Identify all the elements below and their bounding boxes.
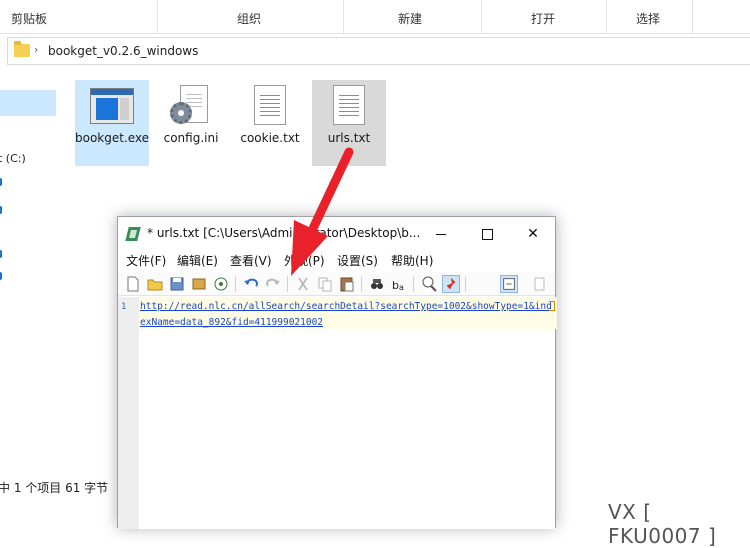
file-item-urls-txt[interactable]: urls.txt <box>312 80 386 166</box>
menu-file[interactable]: 文件(F) <box>126 252 166 269</box>
menu-bar: 文件(F) 编辑(E) 查看(V) 外观(P) 设置(S) 帮助(H) <box>118 251 555 269</box>
nav-item-icon <box>0 272 2 280</box>
ribbon-separator <box>157 0 158 34</box>
toolbar-separator <box>465 276 466 292</box>
properties-icon[interactable] <box>530 275 548 293</box>
replace-icon[interactable]: ba <box>390 275 408 293</box>
menu-appearance[interactable]: 外观(P) <box>284 252 325 269</box>
file-name: config.ini <box>163 131 219 145</box>
line-number: 1 <box>121 302 127 312</box>
svg-text:a: a <box>399 283 404 292</box>
file-name: urls.txt <box>327 131 371 145</box>
copy-icon[interactable] <box>316 275 334 293</box>
file-item-config-ini[interactable]: config.ini <box>154 80 228 166</box>
zoom-icon[interactable] <box>420 275 438 293</box>
ribbon-separator <box>606 0 607 34</box>
chevron-right-icon[interactable]: › <box>34 43 38 56</box>
ribbon: 剪贴板 组织 新建 打开 选择 <box>0 0 750 34</box>
file-name: bookget.exe <box>75 131 150 145</box>
paste-icon[interactable] <box>338 275 356 293</box>
save-icon[interactable] <box>168 275 186 293</box>
url-text-line-2[interactable]: exName=data_892&fid=411999021002 <box>140 317 323 328</box>
navigation-pane: t (C:) <box>0 66 66 486</box>
folder-icon <box>14 41 30 57</box>
menu-help[interactable]: 帮助(H) <box>391 252 433 269</box>
status-bar-text: 中 1 个项目 61 字节 <box>0 481 109 495</box>
menu-settings[interactable]: 设置(S) <box>337 252 378 269</box>
window-titlebar[interactable]: * urls.txt [C:\Users\Administrator\Deskt… <box>118 217 555 251</box>
ribbon-group-new[interactable]: 新建 <box>398 10 422 27</box>
ribbon-group-select[interactable]: 选择 <box>636 10 660 27</box>
line-number-gutter: 1 <box>118 297 139 529</box>
address-path[interactable]: bookget_v0.2.6_windows <box>48 44 198 58</box>
editor-content[interactable]: http://read.nlc.cn/allSearch/searchDetai… <box>140 299 552 331</box>
toolbar-separator <box>413 276 414 292</box>
watermark: VX [ FKU0007 ] <box>608 500 717 548</box>
menu-edit[interactable]: 编辑(E) <box>177 252 218 269</box>
nav-item-icon <box>0 178 2 186</box>
maximize-button[interactable] <box>464 217 510 251</box>
new-file-icon[interactable] <box>124 275 142 293</box>
gear-icon <box>170 102 192 124</box>
application-icon <box>90 88 134 124</box>
file-name: cookie.txt <box>240 131 300 145</box>
notepad-app-icon[interactable] <box>125 227 141 241</box>
nav-item-drive-c[interactable]: t (C:) <box>0 152 26 165</box>
cut-icon[interactable] <box>294 275 312 293</box>
address-bar[interactable]: › bookget_v0.2.6_windows <box>7 37 750 65</box>
save-as-icon[interactable] <box>190 275 208 293</box>
browse-icon[interactable] <box>212 275 230 293</box>
wrap-indicator-icon <box>549 301 555 311</box>
word-wrap-icon[interactable] <box>500 275 518 293</box>
ribbon-group-clipboard[interactable]: 剪贴板 <box>11 10 47 27</box>
text-file-icon <box>254 85 286 125</box>
nav-item-icon <box>0 250 2 258</box>
menu-view[interactable]: 查看(V) <box>230 252 272 269</box>
find-icon[interactable] <box>368 275 386 293</box>
toolbar: ba <box>118 272 555 296</box>
close-button[interactable]: ✕ <box>510 217 556 251</box>
url-text-line-1[interactable]: http://read.nlc.cn/allSearch/searchDetai… <box>140 301 552 312</box>
svg-text:b: b <box>392 279 399 292</box>
pin-icon[interactable] <box>442 275 460 293</box>
redo-icon[interactable] <box>264 275 282 293</box>
minimize-button[interactable] <box>418 217 464 251</box>
ribbon-group-organize[interactable]: 组织 <box>237 10 261 27</box>
text-editor[interactable]: 1 http://read.nlc.cn/allSearch/searchDet… <box>118 297 557 529</box>
ribbon-group-open[interactable]: 打开 <box>531 10 555 27</box>
toolbar-separator <box>361 276 362 292</box>
toolbar-separator <box>287 276 288 292</box>
file-item-bookget-exe[interactable]: bookget.exe <box>75 80 149 166</box>
notepad-window: * urls.txt [C:\Users\Administrator\Deskt… <box>117 216 557 529</box>
ribbon-separator <box>692 0 693 34</box>
text-file-icon <box>333 85 365 125</box>
toolbar-separator <box>235 276 236 292</box>
undo-icon[interactable] <box>242 275 260 293</box>
nav-item-selected[interactable] <box>0 90 56 116</box>
nav-item-icon <box>0 206 2 214</box>
open-folder-icon[interactable] <box>146 275 164 293</box>
window-title: * urls.txt [C:\Users\Administrator\Deskt… <box>147 226 421 240</box>
ribbon-separator <box>481 0 482 34</box>
file-item-cookie-txt[interactable]: cookie.txt <box>233 80 307 166</box>
ribbon-separator <box>343 0 344 34</box>
